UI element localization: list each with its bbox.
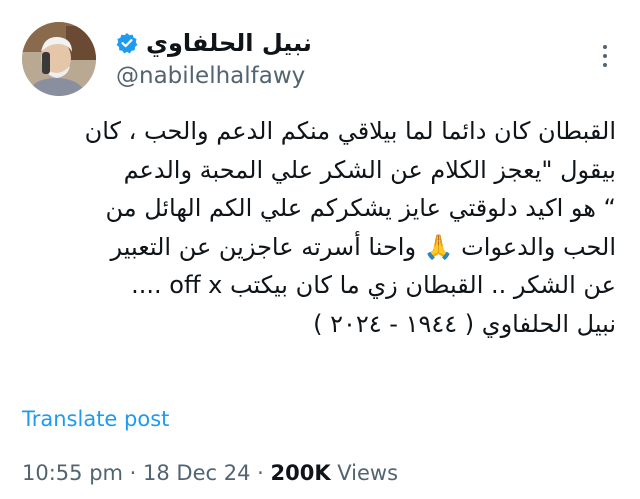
more-dot-icon	[603, 45, 607, 49]
meta-separator: ·	[122, 461, 144, 485]
post-text-line: نبيل الحلفاوي ( ١٩٤٤ - ٢٠٢٤ )	[313, 309, 616, 338]
verified-badge-icon	[116, 33, 138, 54]
avatar-photo-icon	[22, 22, 96, 96]
post-meta: 10:55 pm · 18 Dec 24 · 200K Views	[22, 458, 398, 488]
translate-post-link[interactable]: Translate post	[22, 404, 169, 434]
more-dot-icon	[603, 54, 607, 58]
post-text-line: القبطان كان دائما لما بيلاقي منكم الدعم …	[84, 117, 616, 145]
post-text-line: بيقول "يعجز الكلام عن الشكر علي المحبة و…	[123, 155, 616, 184]
author-handle[interactable]: @nabilelhalfawy	[116, 60, 305, 92]
author-name-row: نبيل الحلفاوي	[116, 26, 312, 60]
post-text-line: عن الشكر .. القبطان زي ما كان بيكتب off …	[131, 271, 616, 299]
post-date[interactable]: 18 Dec 24	[143, 461, 250, 485]
post-text: القبطان كان دائما لما بيلاقي منكم الدعم …	[20, 112, 616, 343]
post-text-line: الحب والدعوات 🙏 واحنا أسرته عاجزين عن ال…	[110, 232, 616, 261]
author-avatar[interactable]	[22, 22, 96, 96]
more-dot-icon	[603, 63, 607, 67]
author-display-name[interactable]: نبيل الحلفاوي	[146, 26, 312, 60]
views-label: Views	[330, 461, 399, 485]
post-time[interactable]: 10:55 pm	[22, 461, 123, 485]
more-options-button[interactable]	[596, 36, 614, 76]
post-text-line: “ هو اكيد دلوقتي عايز يشكركم علي الكم ال…	[105, 194, 616, 222]
meta-separator: ·	[250, 461, 271, 485]
views-count: 200K	[270, 461, 331, 485]
post-card: نبيل الحلفاوي @nabilelhalfawy القبطان كا…	[0, 0, 640, 499]
